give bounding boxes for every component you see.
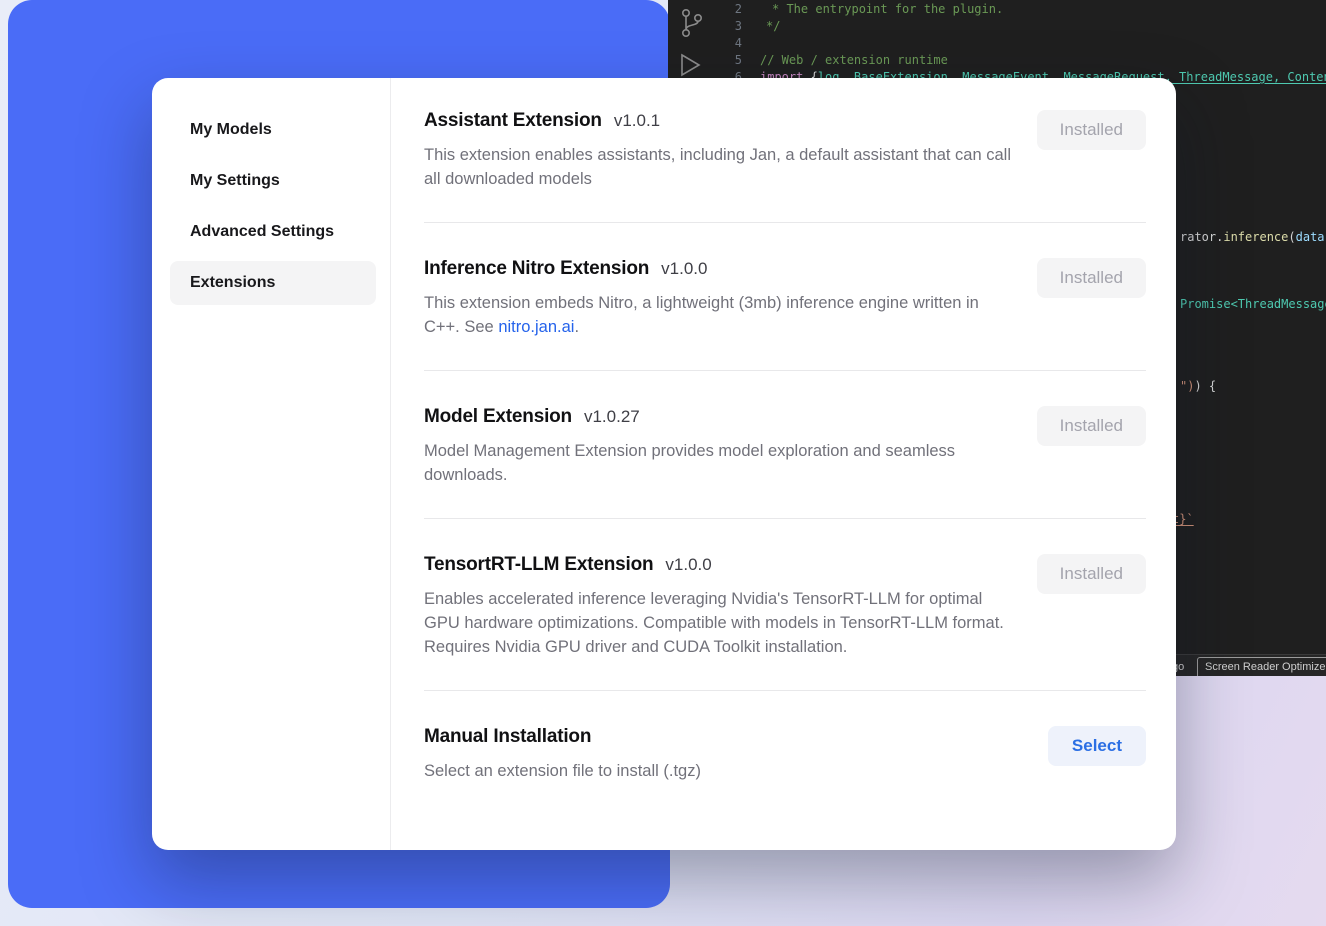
extension-description: Enables accelerated inference leveraging…: [424, 587, 1012, 659]
extension-title: Inference Nitro Extension: [424, 258, 649, 280]
code-fragment-promise: Promise<ThreadMessage>: [1180, 296, 1326, 313]
manual-installation-description: Select an extension file to install (.tg…: [424, 759, 1012, 783]
code-comment-line: * The entrypoint for the plugin.: [772, 1, 1003, 18]
extension-description: Model Management Extension provides mode…: [424, 439, 1012, 487]
extension-description: This extension embeds Nitro, a lightweig…: [424, 291, 1012, 339]
code-comment-runtime: // Web / extension runtime: [760, 52, 948, 69]
manual-installation-row: Manual Installation Select an extension …: [424, 691, 1146, 783]
line-number: 4: [708, 35, 742, 52]
extension-description: This extension enables assistants, inclu…: [424, 143, 1012, 191]
manual-installation-title: Manual Installation: [424, 726, 591, 748]
extension-title: Assistant Extension: [424, 110, 602, 132]
code-fragment-inference: rator.inference(data));: [1180, 229, 1326, 246]
installed-button[interactable]: Installed: [1037, 110, 1146, 150]
extension-row-assistant: Assistant Extension v1.0.1 This extensio…: [424, 110, 1146, 223]
line-number: 2: [708, 1, 742, 18]
extension-title: Model Extension: [424, 406, 572, 428]
extensions-panel: Assistant Extension v1.0.1 This extensio…: [391, 78, 1176, 850]
settings-modal: My Models My Settings Advanced Settings …: [152, 78, 1176, 850]
installed-button[interactable]: Installed: [1037, 258, 1146, 298]
git-branch-icon[interactable]: [678, 8, 704, 43]
installed-button[interactable]: Installed: [1037, 406, 1146, 446]
extension-version: v1.0.0: [665, 555, 711, 575]
extension-version: v1.0.1: [614, 111, 660, 131]
line-number: 3: [708, 18, 742, 35]
extension-title: TensortRT-LLM Extension: [424, 554, 653, 576]
extension-version: v1.0.27: [584, 407, 640, 427]
nitro-jan-ai-link[interactable]: nitro.jan.ai: [498, 318, 574, 336]
extension-row-nitro: Inference Nitro Extension v1.0.0 This ex…: [424, 223, 1146, 371]
sidebar-item-my-models[interactable]: My Models: [170, 108, 376, 152]
settings-sidebar: My Models My Settings Advanced Settings …: [152, 78, 391, 850]
sidebar-item-advanced-settings[interactable]: Advanced Settings: [170, 210, 376, 254]
select-file-button[interactable]: Select: [1048, 726, 1146, 766]
extension-row-model: Model Extension v1.0.27 Model Management…: [424, 371, 1146, 519]
sidebar-item-extensions[interactable]: Extensions: [170, 261, 376, 305]
installed-button[interactable]: Installed: [1037, 554, 1146, 594]
screen-reader-badge[interactable]: Screen Reader Optimized: [1197, 657, 1326, 676]
code-fragment-brace: ")) {: [1180, 378, 1216, 395]
extension-row-tensorrt: TensortRT-LLM Extension v1.0.0 Enables a…: [424, 519, 1146, 691]
code-comment-end: */: [766, 18, 780, 35]
sidebar-item-my-settings[interactable]: My Settings: [170, 159, 376, 203]
extension-version: v1.0.0: [661, 259, 707, 279]
line-number: 5: [708, 52, 742, 69]
